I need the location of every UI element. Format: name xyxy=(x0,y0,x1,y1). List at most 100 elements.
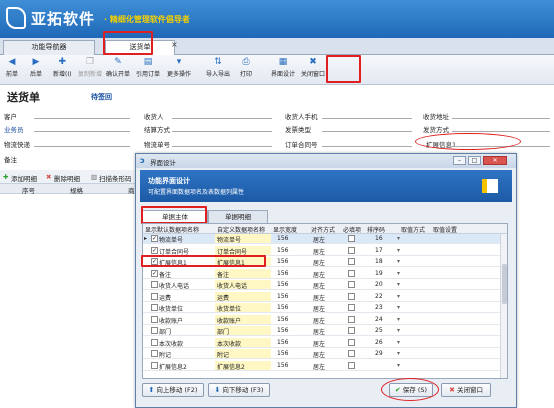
toolbar-button-5[interactable]: ▤ 引用订单 xyxy=(136,57,160,78)
logistics-no-field[interactable] xyxy=(172,146,272,147)
toolbar-button-1[interactable]: ▶ 后单 xyxy=(30,57,42,78)
required-checkbox[interactable] xyxy=(348,292,355,300)
required-checkbox[interactable] xyxy=(348,281,355,288)
close-icon[interactable]: ✕ xyxy=(483,156,507,165)
table-row[interactable]: ✓ 订单合同号 订单合同号 156 居左 17 ▾ xyxy=(143,245,500,256)
toolbar-button-2[interactable]: ✚ 新增(I) xyxy=(53,57,71,78)
customer-field[interactable] xyxy=(34,118,130,119)
required-checkbox[interactable] xyxy=(348,269,355,277)
cell-custom[interactable]: 物流单号 xyxy=(217,235,241,244)
move-down-button[interactable]: ⬇ 向下移动 (F3) xyxy=(208,383,270,397)
cell-width: 156 xyxy=(277,281,289,288)
show-checkbox[interactable] xyxy=(151,304,158,311)
cell-custom[interactable]: 收货人电话 xyxy=(217,281,247,290)
tab-navigator[interactable]: 功能导航器 xyxy=(3,40,95,55)
order-dropdown-icon[interactable]: ▾ xyxy=(397,235,400,242)
order-dropdown-icon[interactable]: ▾ xyxy=(397,293,400,300)
invoice-type-field[interactable] xyxy=(322,131,412,132)
cell-custom[interactable]: 扩展信息2 xyxy=(217,362,245,371)
table-row[interactable]: 收货单位 收货单位 156 居左 23 ▾ xyxy=(143,303,500,313)
salesman-field[interactable] xyxy=(34,131,130,132)
table-row[interactable]: 部门 部门 156 居左 25 ▾ xyxy=(143,326,500,336)
cell-custom[interactable]: 收货单位 xyxy=(217,304,241,313)
required-checkbox[interactable] xyxy=(348,258,355,265)
show-checkbox[interactable] xyxy=(151,350,158,357)
cell-custom[interactable]: 运费 xyxy=(217,293,229,302)
required-checkbox[interactable] xyxy=(348,338,355,346)
address-field[interactable] xyxy=(452,118,550,119)
table-row[interactable]: 收货人电话 收货人电话 156 居左 20 ▾ xyxy=(143,280,500,290)
maximize-icon[interactable]: □ xyxy=(468,156,481,165)
show-checkbox[interactable] xyxy=(151,361,158,369)
vertical-scrollbar[interactable] xyxy=(500,234,507,378)
table-row[interactable]: 扩展信息2 扩展信息2 156 居左 ▾ xyxy=(143,360,500,371)
minimize-icon[interactable]: – xyxy=(453,156,466,165)
field-table: 显示 默认数据项名称 自定义数据项名称 显示宽度 对齐方式 必填项 排序码 取值方式 取值设置 … xyxy=(142,223,508,379)
required-checkbox[interactable] xyxy=(348,304,355,311)
table-row[interactable]: ✓ 备注 备注 156 居左 19 ▾ xyxy=(143,268,500,279)
table-row[interactable]: 运费 运费 156 居左 22 ▾ xyxy=(143,291,500,302)
order-dropdown-icon[interactable]: ▾ xyxy=(397,247,400,254)
show-checkbox[interactable] xyxy=(151,281,158,288)
contract-no-field[interactable] xyxy=(322,146,412,147)
toolbar-button-0[interactable]: ◀ 前单 xyxy=(6,57,18,78)
arrow-down-icon: ⬇ xyxy=(214,386,221,394)
table-row[interactable]: ▸ ✓ 物流单号 物流单号 156 居左 16 ▾ xyxy=(143,234,500,244)
order-dropdown-icon[interactable]: ▾ xyxy=(397,281,400,288)
toolbar-button-10[interactable]: ✖ 关闭窗口 xyxy=(301,57,325,78)
scan-barcode-button[interactable]: 扫描条形码 xyxy=(99,173,132,183)
delete-detail-button[interactable]: 删除明细 xyxy=(54,173,80,183)
close-tab-icon[interactable]: × xyxy=(171,40,178,49)
order-dropdown-icon[interactable]: ▾ xyxy=(397,327,400,334)
toolbar-button-8[interactable]: ⎙ 打印 xyxy=(240,57,252,78)
show-checkbox[interactable]: ✓ xyxy=(151,246,158,254)
required-checkbox[interactable] xyxy=(348,235,355,242)
show-checkbox[interactable] xyxy=(151,338,158,346)
move-up-button[interactable]: ⬆ 向上移动 (F2) xyxy=(142,383,204,397)
order-dropdown-icon[interactable]: ▾ xyxy=(397,362,400,369)
show-checkbox[interactable]: ✓ xyxy=(151,235,158,242)
toolbar-button-6[interactable]: ▾ 更多操作 xyxy=(167,57,191,78)
order-dropdown-icon[interactable]: ▾ xyxy=(397,316,400,323)
grid-header: 序号 规格 商 xyxy=(0,184,140,195)
required-checkbox[interactable] xyxy=(348,327,355,334)
cell-order: 22 xyxy=(375,292,383,300)
add-detail-button[interactable]: 添加明细 xyxy=(11,173,37,183)
toolbar-button-9[interactable]: ▦ 界面设计 xyxy=(271,57,295,78)
cell-custom[interactable]: 本次收款 xyxy=(217,339,241,348)
label-receiver: 收货人 xyxy=(144,113,164,121)
toolbar-button-4[interactable]: ✎ 确认开单 xyxy=(106,57,130,78)
cell-custom[interactable]: 部门 xyxy=(217,327,229,336)
table-row[interactable]: 收款账户 收款账户 156 居左 24 ▾ xyxy=(143,314,500,325)
toolbar-button-3[interactable]: ❐ 复制新增 xyxy=(78,57,102,78)
tab-document-detail[interactable]: 单据明细 xyxy=(208,210,268,223)
required-checkbox[interactable] xyxy=(348,361,355,369)
cell-custom[interactable]: 收款账户 xyxy=(217,316,241,325)
table-row[interactable]: 本次收款 本次收款 156 居左 26 ▾ xyxy=(143,337,500,348)
express-field[interactable] xyxy=(34,146,130,147)
dialog-titlebar[interactable]: ↄ 界面设计 – □ ✕ xyxy=(136,154,516,168)
close-window-button[interactable]: ✖ 关闭窗口 xyxy=(441,383,491,397)
order-dropdown-icon[interactable]: ▾ xyxy=(397,304,400,311)
show-checkbox[interactable] xyxy=(151,315,158,323)
scroll-thumb[interactable] xyxy=(502,264,507,304)
settle-field[interactable] xyxy=(172,131,272,132)
required-checkbox[interactable] xyxy=(348,350,355,357)
show-checkbox[interactable]: ✓ xyxy=(151,269,158,277)
show-checkbox[interactable] xyxy=(151,292,158,300)
receiver-phone-field[interactable] xyxy=(322,118,412,119)
receiver-field[interactable] xyxy=(172,118,272,119)
show-checkbox[interactable] xyxy=(151,327,158,334)
cell-custom[interactable]: 备注 xyxy=(217,270,229,279)
required-checkbox[interactable] xyxy=(348,315,355,323)
toolbar-button-7[interactable]: ⇅ 导入导出 xyxy=(206,57,230,78)
cell-def: 本次收款 xyxy=(159,340,184,348)
table-row[interactable]: 附记 附记 156 居左 29 ▾ xyxy=(143,349,500,359)
ship-method-field[interactable] xyxy=(452,131,550,132)
cell-custom[interactable]: 附记 xyxy=(217,350,229,359)
order-dropdown-icon[interactable]: ▾ xyxy=(397,350,400,357)
order-dropdown-icon[interactable]: ▾ xyxy=(397,339,400,346)
order-dropdown-icon[interactable]: ▾ xyxy=(397,258,400,265)
order-dropdown-icon[interactable]: ▾ xyxy=(397,270,400,277)
required-checkbox[interactable] xyxy=(348,246,355,254)
